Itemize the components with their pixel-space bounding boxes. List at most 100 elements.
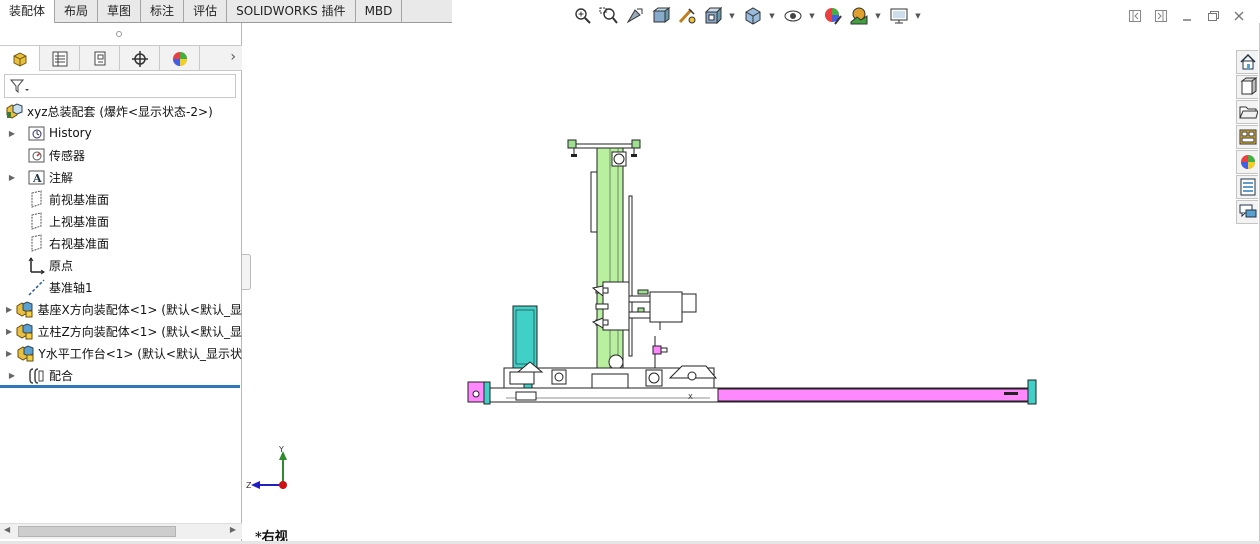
- history-icon: [26, 124, 46, 142]
- expand-arrow-icon[interactable]: ▶: [6, 173, 18, 182]
- plane-icon: [26, 233, 46, 252]
- configurationmanager-icon: [94, 51, 105, 65]
- tab-3[interactable]: 标注: [141, 0, 185, 23]
- tree-item[interactable]: ▶ 基座X方向装配体<1> (默认<默认_显: [0, 298, 242, 320]
- scroll-left-icon[interactable]: ◀: [4, 525, 10, 534]
- scroll-right-icon[interactable]: ▶: [230, 525, 236, 534]
- tab-5[interactable]: SOLIDWORKS 插件: [227, 0, 356, 23]
- tree-item[interactable]: 基准轴1: [0, 276, 242, 298]
- assembly-icon: [4, 102, 24, 120]
- file-explorer-icon[interactable]: [1236, 100, 1258, 124]
- home-icon[interactable]: [1236, 50, 1258, 74]
- view-settings-icon[interactable]: [888, 5, 910, 27]
- tree-item-label: 原点: [49, 258, 74, 273]
- svg-text:X: X: [688, 393, 693, 401]
- solidworks-window: 装配体 布局 草图 标注 评估 SOLIDWORKS 插件 MBD ▼ ▼ ▼ ▼ ▼: [0, 0, 1260, 544]
- expand-arrow-icon[interactable]: ▶: [6, 349, 12, 358]
- dropdown-arrow-icon[interactable]: ▼: [808, 12, 816, 20]
- tree-filter[interactable]: [4, 74, 236, 98]
- design-library-icon[interactable]: [1236, 75, 1258, 99]
- tree-item[interactable]: ▶ Y水平工作台<1> (默认<默认_显示状: [0, 342, 242, 364]
- tab-4[interactable]: 评估: [184, 0, 228, 23]
- tile-right-icon[interactable]: [1148, 6, 1174, 26]
- plane-icon: [26, 211, 46, 230]
- forum-icon[interactable]: [1236, 200, 1258, 224]
- display-style-icon[interactable]: [742, 5, 764, 27]
- view-palette-icon[interactable]: [1236, 125, 1258, 149]
- sensor-icon: [26, 146, 46, 164]
- dropdown-arrow-icon[interactable]: ▼: [728, 12, 736, 20]
- axis-icon: [26, 278, 46, 296]
- previous-view-icon[interactable]: [624, 5, 646, 27]
- custom-properties-icon[interactable]: [1236, 175, 1258, 199]
- rollback-bar[interactable]: [0, 385, 240, 388]
- command-manager-tabs: 装配体 布局 草图 标注 评估 SOLIDWORKS 插件 MBD: [0, 0, 452, 23]
- tree-item-label: 基座X方向装配体<1> (默认<默认_显: [37, 302, 242, 317]
- filter-icon: [9, 79, 29, 94]
- tab-2[interactable]: 草图: [98, 0, 142, 23]
- annotations-icon: A: [26, 168, 46, 186]
- dimxpert-tab[interactable]: [120, 46, 160, 71]
- mates-icon: [26, 366, 46, 384]
- triad-y-label: Y: [278, 445, 284, 454]
- scroll-thumb[interactable]: [18, 526, 176, 537]
- cyan-housing: [512, 305, 538, 369]
- section-view-icon[interactable]: [650, 5, 672, 27]
- minimize-icon[interactable]: [1174, 6, 1200, 26]
- featuremanager-icon: [13, 51, 26, 67]
- apply-scene-icon[interactable]: [848, 5, 870, 27]
- propertymanager-tab[interactable]: [40, 46, 80, 71]
- dropdown-arrow-icon[interactable]: ▼: [914, 12, 922, 20]
- tree-item[interactable]: xyz总装配套 (爆炸<显示状态-2>): [0, 100, 242, 122]
- restore-icon[interactable]: [1200, 6, 1226, 26]
- zoom-to-fit-icon[interactable]: [572, 5, 594, 27]
- subassembly-icon: [16, 344, 35, 362]
- featuremanager-tab[interactable]: [0, 46, 40, 71]
- tree-item[interactable]: ▶ 配合: [0, 364, 242, 386]
- tree-item[interactable]: 原点: [0, 254, 242, 276]
- tree-item-label: 右视基准面: [49, 236, 110, 251]
- tree-item-label: 上视基准面: [49, 214, 110, 229]
- origin-icon: [26, 256, 46, 274]
- expand-arrow-icon[interactable]: ▶: [6, 129, 18, 138]
- expand-arrow-icon[interactable]: ▶: [6, 305, 12, 314]
- tree-item[interactable]: ▶ 立柱Z方向装配体<1> (默认<默认_显: [0, 320, 242, 342]
- dropdown-arrow-icon[interactable]: ▼: [874, 12, 882, 20]
- reference-triad: Y Z: [246, 445, 287, 490]
- expand-arrow-icon[interactable]: ▶: [6, 327, 12, 336]
- tab-6[interactable]: MBD: [356, 0, 403, 23]
- tree-item[interactable]: 上视基准面: [0, 210, 242, 232]
- dimxpert-icon: [131, 50, 148, 67]
- tree-item[interactable]: ▶ A 注解: [0, 166, 242, 188]
- zoom-to-area-icon[interactable]: [598, 5, 620, 27]
- tree-item-label: 配合: [49, 368, 74, 383]
- close-icon[interactable]: [1226, 6, 1252, 26]
- tree-item[interactable]: 传感器: [0, 144, 242, 166]
- assembly-model-right-view: X: [467, 139, 1037, 405]
- tree-item[interactable]: ▶ History: [0, 122, 242, 144]
- triad-z-label: Z: [246, 481, 252, 490]
- display-manager-tab[interactable]: [160, 46, 200, 71]
- plane-icon: [26, 189, 46, 208]
- expand-arrow-icon[interactable]: ▶: [6, 371, 18, 380]
- dynamic-annotation-icon[interactable]: [676, 5, 698, 27]
- tab-0[interactable]: 装配体: [0, 0, 56, 23]
- dropdown-arrow-icon[interactable]: ▼: [768, 12, 776, 20]
- split-handle[interactable]: [116, 31, 122, 37]
- tree-item[interactable]: 前视基准面: [0, 188, 242, 210]
- configurationmanager-tab[interactable]: [80, 46, 120, 71]
- hide-show-items-icon[interactable]: [782, 5, 804, 27]
- tree-item-label: 前视基准面: [49, 192, 110, 207]
- tree-item[interactable]: 右视基准面: [0, 232, 242, 254]
- horizontal-scrollbar[interactable]: ◀ ▶: [0, 523, 242, 539]
- pane-collapse-handle[interactable]: [242, 254, 251, 290]
- edit-appearance-icon[interactable]: [822, 5, 844, 27]
- tab-1[interactable]: 布局: [55, 0, 99, 23]
- chevron-right-icon[interactable]: ›: [230, 49, 236, 65]
- z-carriage: [591, 281, 697, 331]
- view-orientation-icon[interactable]: [702, 5, 724, 27]
- manager-tabs: ›: [0, 45, 242, 71]
- vertical-column: [590, 147, 633, 375]
- tile-left-icon[interactable]: [1122, 6, 1148, 26]
- appearances-icon[interactable]: [1236, 150, 1258, 174]
